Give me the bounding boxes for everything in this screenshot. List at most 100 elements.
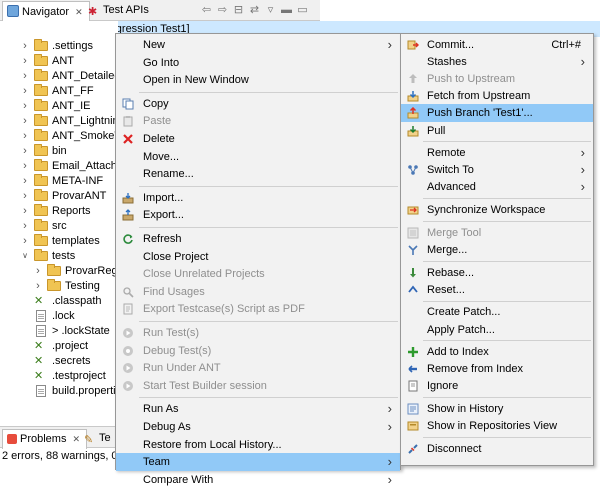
collapse-icon[interactable]: ∨: [20, 248, 30, 264]
menu-item-show-in-history[interactable]: Show in History: [401, 400, 593, 418]
repo-icon: [407, 420, 419, 432]
tree-item-label: .testproject: [52, 370, 106, 382]
menu-item-go-into[interactable]: Go Into: [116, 54, 400, 72]
menu-item-ignore[interactable]: Ignore: [401, 377, 593, 395]
menu-item-apply-patch[interactable]: Apply Patch...: [401, 321, 593, 339]
menu-item-merge[interactable]: Merge...: [401, 241, 593, 259]
menu-item-export-testcase-s-script-as-pdf[interactable]: Export Testcase(s) Script as PDF: [116, 300, 400, 318]
menu-item-label: Refresh: [143, 233, 182, 245]
menu-item-show-in-repositories-view[interactable]: Show in Repositories View: [401, 417, 593, 435]
menu-item-remote[interactable]: Remote ›: [401, 144, 593, 162]
expand-icon[interactable]: ›: [20, 173, 30, 189]
close-icon[interactable]: ✕: [72, 434, 80, 444]
menu-item-disconnect[interactable]: Disconnect: [401, 440, 593, 458]
menu-item-compare-with[interactable]: Compare With ›: [116, 471, 400, 489]
menu-item-label: Ignore: [427, 380, 459, 393]
menu-item-open-in-new-window[interactable]: Open in New Window: [116, 71, 400, 89]
tree-item-label: Testing: [65, 280, 100, 292]
menu-item-pull[interactable]: Pull: [401, 122, 593, 140]
context-menu[interactable]: New › Go Into Open in New Window Copy Paste De…: [115, 33, 401, 487]
tab-second[interactable]: ✎ Te: [80, 429, 117, 449]
view-menu-icon[interactable]: ▿: [264, 4, 277, 17]
menu-item-run-as[interactable]: Run As ›: [116, 400, 400, 418]
menu-item-switch-to[interactable]: Switch To ›: [401, 161, 593, 179]
close-icon[interactable]: ✕: [75, 7, 83, 17]
menu-item-run-test-s[interactable]: Run Test(s): [116, 324, 400, 342]
menu-item-new[interactable]: New ›: [116, 36, 400, 54]
run-icon: [122, 327, 134, 339]
expand-icon[interactable]: ›: [20, 233, 30, 249]
menu-item-close-unrelated-projects[interactable]: Close Unrelated Projects: [116, 265, 400, 283]
tree-item-label: .secrets: [52, 355, 91, 367]
menu-item-commit[interactable]: Commit... Ctrl+#: [401, 36, 593, 54]
expand-icon[interactable]: ›: [20, 158, 30, 174]
expand-icon[interactable]: ›: [20, 218, 30, 234]
menu-item-debug-as[interactable]: Debug As ›: [116, 418, 400, 436]
menu-separator: [423, 198, 591, 200]
menu-item-start-test-builder-session[interactable]: Start Test Builder session: [116, 377, 400, 395]
menu-item-fetch-from-upstream[interactable]: Fetch from Upstream: [401, 87, 593, 105]
back-icon[interactable]: ⇦: [200, 4, 213, 17]
menu-item-push-to-upstream[interactable]: Push to Upstream: [401, 70, 593, 88]
expand-icon[interactable]: ›: [20, 98, 30, 114]
tab-test-apis[interactable]: ✱ Test APIs: [84, 1, 155, 21]
expand-icon[interactable]: ›: [20, 53, 30, 69]
menu-item-remove-from-index[interactable]: Remove from Index: [401, 360, 593, 378]
menu-item-merge-tool[interactable]: Merge Tool: [401, 224, 593, 242]
menu-item-import[interactable]: Import...: [116, 189, 400, 207]
menu-item-run-under-ant[interactable]: Run Under ANT: [116, 359, 400, 377]
menu-item-reset[interactable]: Reset...: [401, 281, 593, 299]
menu-item-paste[interactable]: Paste: [116, 112, 400, 130]
menu-item-label: Apply Patch...: [427, 323, 495, 336]
menu-item-find-usages[interactable]: Find Usages: [116, 283, 400, 301]
menu-item-close-project[interactable]: Close Project: [116, 248, 400, 266]
menu-item-label: Push Branch 'Test1'...: [427, 107, 533, 120]
folder-icon: [34, 219, 48, 232]
menu-separator: [423, 437, 591, 439]
expand-icon[interactable]: ›: [20, 203, 30, 219]
menu-item-copy[interactable]: Copy: [116, 95, 400, 113]
pdf-icon: [122, 303, 134, 315]
merge-tool-icon: [407, 227, 419, 239]
expand-icon[interactable]: ›: [33, 263, 43, 279]
menu-item-refresh[interactable]: Refresh: [116, 230, 400, 248]
expand-icon[interactable]: ›: [20, 113, 30, 129]
menu-item-debug-test-s[interactable]: Debug Test(s): [116, 342, 400, 360]
menu-item-push-branch-test1[interactable]: Push Branch 'Test1'...: [401, 104, 593, 123]
team-submenu[interactable]: Commit... Ctrl+# Stashes › Push to Upstream F…: [400, 33, 594, 466]
tab-navigator[interactable]: Navigator ✕: [2, 1, 90, 21]
submenu-arrow-icon: ›: [387, 419, 392, 434]
menu-item-rebase[interactable]: Rebase...: [401, 264, 593, 282]
switch-icon: [407, 164, 419, 176]
menu-item-stashes[interactable]: Stashes ›: [401, 53, 593, 71]
tab-problems[interactable]: Problems ✕: [2, 429, 88, 449]
menu-item-team[interactable]: Team ›: [116, 453, 400, 472]
menu-item-rename[interactable]: Rename...: [116, 165, 400, 183]
refresh-icon: [122, 233, 134, 245]
menu-item-add-to-index[interactable]: Add to Index: [401, 343, 593, 361]
find-usages-icon: [122, 286, 134, 298]
expand-icon[interactable]: ›: [20, 128, 30, 144]
expand-icon[interactable]: ›: [20, 68, 30, 84]
expand-icon[interactable]: ›: [20, 38, 30, 54]
navigator-tree[interactable]: › .settings › ANT › ANT_Detailed › ANT_FF › ANT_I…: [0, 21, 118, 425]
menu-item-advanced[interactable]: Advanced ›: [401, 178, 593, 196]
menu-item-move[interactable]: Move...: [116, 148, 400, 166]
expand-icon[interactable]: ›: [20, 83, 30, 99]
menu-separator: [423, 300, 591, 302]
maximize-icon[interactable]: ▭: [296, 4, 309, 17]
expand-icon[interactable]: ›: [20, 188, 30, 204]
menu-item-create-patch[interactable]: Create Patch...: [401, 303, 593, 321]
forward-icon[interactable]: ⇨: [216, 4, 229, 17]
collapse-all-icon[interactable]: ⊟: [232, 4, 245, 17]
expand-icon[interactable]: ›: [20, 143, 30, 159]
menu-separator: [423, 221, 591, 222]
menu-item-delete[interactable]: Delete: [116, 130, 400, 148]
menu-item-synchronize-workspace[interactable]: Synchronize Workspace: [401, 201, 593, 219]
expand-icon[interactable]: ›: [33, 278, 43, 294]
link-editor-icon[interactable]: ⇄: [248, 4, 261, 17]
menu-item-export[interactable]: Export...: [116, 206, 400, 224]
minimize-icon[interactable]: ▬: [280, 4, 293, 17]
menu-item-restore-from-local-history[interactable]: Restore from Local History...: [116, 436, 400, 454]
file-icon: [34, 310, 48, 322]
